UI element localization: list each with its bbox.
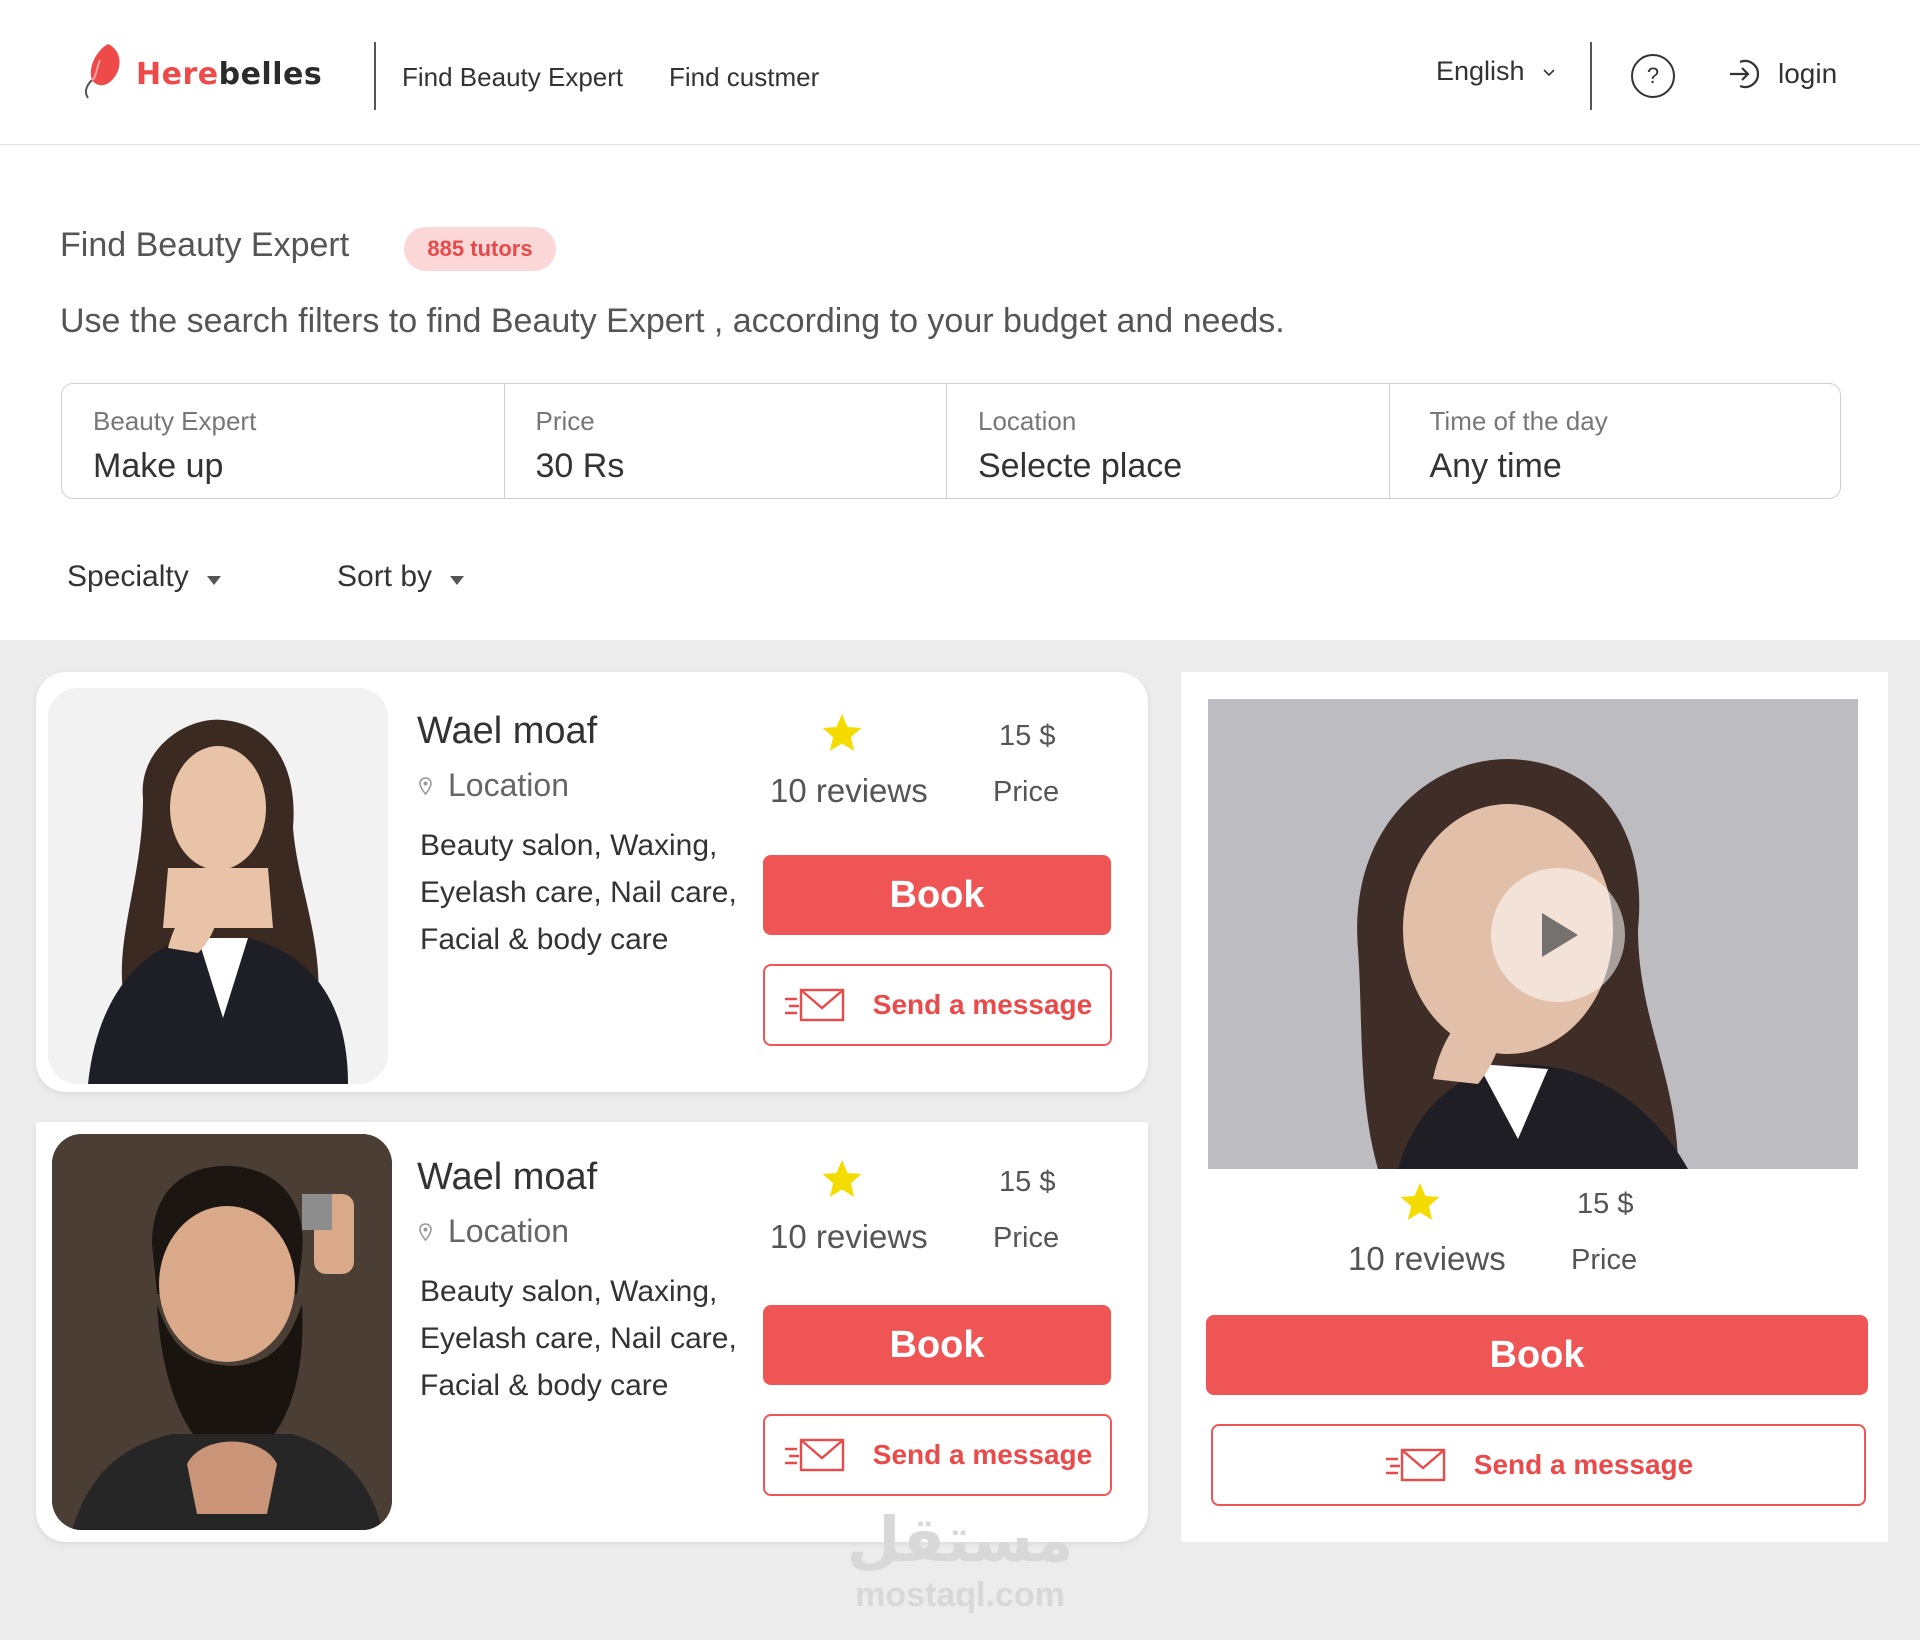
expert-location: Location: [419, 1213, 569, 1250]
bearded-man-portrait-image: [52, 1134, 392, 1530]
watermark-latin: mostaql.com: [855, 1576, 1065, 1614]
woman-portrait-image: [48, 688, 388, 1084]
filter-label: Beauty Expert: [93, 406, 257, 436]
envelope-icon: [1385, 1448, 1445, 1482]
specialty-label: Specialty: [67, 560, 189, 593]
play-icon: [1542, 913, 1578, 957]
reviews-count[interactable]: 10 reviews: [1348, 1240, 1506, 1278]
search-filters-bar: Beauty Expert Make up Price 30 Rs Locati…: [61, 383, 1841, 499]
expert-specialties: Beauty salon, Waxing, Eyelash care, Nail…: [420, 829, 737, 956]
filter-time-of-day[interactable]: Time of the day Any time: [1390, 384, 1841, 498]
watermark-arabic: مستقل: [846, 1503, 1074, 1576]
location-pin-icon: [419, 1222, 432, 1241]
star-icon: [1400, 1183, 1440, 1220]
brand-part-1: Here: [136, 56, 219, 92]
filter-value: Make up: [93, 447, 224, 485]
filter-label: Time of the day: [1429, 406, 1608, 436]
question-icon: ?: [1646, 63, 1660, 88]
location-label: Location: [448, 767, 569, 803]
play-button[interactable]: [1491, 868, 1625, 1002]
expert-name[interactable]: Wael moaf: [417, 710, 597, 753]
top-header: Herebelles Find Beauty Expert Find custm…: [0, 0, 1920, 145]
envelope-icon: [784, 1438, 844, 1472]
filter-label: Price: [535, 406, 595, 436]
send-message-button[interactable]: Send a message: [763, 964, 1112, 1046]
brand-logo[interactable]: Herebelles: [78, 40, 322, 100]
filter-value: Any time: [1429, 447, 1562, 485]
login-button[interactable]: login: [1726, 56, 1837, 92]
page-title: Find Beauty Expert: [60, 226, 350, 264]
send-message-label: Send a message: [1473, 1449, 1694, 1480]
price-label: Price: [993, 776, 1060, 808]
price-value: 15 $: [999, 720, 1056, 752]
login-label: login: [1778, 58, 1838, 89]
caret-down-icon: [450, 575, 465, 585]
help-button[interactable]: ?: [1631, 54, 1675, 98]
expert-photo: [48, 688, 388, 1084]
send-message-label: Send a message: [872, 989, 1093, 1020]
send-message-label: Send a message: [872, 1439, 1093, 1470]
header-divider: [374, 42, 376, 110]
star-icon: [822, 714, 862, 751]
filter-price[interactable]: Price 30 Rs: [505, 384, 947, 498]
location-pin-icon: [419, 776, 432, 795]
star-icon: [822, 1160, 862, 1197]
location-label: Location: [448, 1213, 569, 1249]
watermark: مستقل mostaql.com: [840, 1505, 1080, 1615]
brand-part-2: belles: [218, 56, 323, 92]
featured-expert-card: 10 reviews 15 $ Price Book Send a messag…: [1181, 672, 1888, 1542]
filter-value: Selecte place: [978, 447, 1183, 485]
expert-name[interactable]: Wael moaf: [417, 1156, 597, 1199]
send-message-button[interactable]: Send a message: [1211, 1424, 1866, 1506]
reviews-count[interactable]: 10 reviews: [770, 772, 928, 810]
chevron-down-icon: [1542, 68, 1555, 76]
send-message-button[interactable]: Send a message: [763, 1414, 1112, 1496]
envelope-icon: [784, 988, 844, 1022]
page-subtitle: Use the search filters to find Beauty Ex…: [60, 302, 1285, 340]
expert-location: Location: [419, 767, 569, 804]
book-button[interactable]: Book: [1206, 1315, 1868, 1395]
book-button[interactable]: Book: [763, 855, 1111, 935]
login-icon: [1730, 59, 1760, 89]
brand-wordmark: Herebelles: [136, 57, 322, 92]
expert-specialties: Beauty salon, Waxing, Eyelash care, Nail…: [420, 1275, 737, 1402]
filter-beauty-expert[interactable]: Beauty Expert Make up: [62, 384, 505, 498]
petal-logo-icon: [84, 44, 120, 99]
nav-find-customer[interactable]: Find custmer: [669, 62, 819, 93]
header-divider-right: [1590, 42, 1592, 110]
language-label: English: [1436, 56, 1525, 86]
tutors-count-badge: 885 tutors: [404, 227, 556, 271]
intro-video-player[interactable]: [1208, 699, 1858, 1169]
expert-photo: [52, 1134, 392, 1530]
reviews-count[interactable]: 10 reviews: [770, 1218, 928, 1256]
filter-label: Location: [978, 406, 1077, 436]
price-label: Price: [993, 1222, 1060, 1254]
sort-by-dropdown[interactable]: Sort by: [337, 560, 465, 594]
expert-card: Wael moaf Location Beauty salon, Waxing,…: [36, 672, 1148, 1092]
nav-find-beauty-expert[interactable]: Find Beauty Expert: [402, 62, 623, 93]
language-selector[interactable]: English: [1436, 56, 1555, 87]
caret-down-icon: [206, 575, 221, 585]
price-value: 15 $: [1577, 1188, 1634, 1220]
price-value: 15 $: [999, 1166, 1056, 1198]
book-button[interactable]: Book: [763, 1305, 1111, 1385]
filter-value: 30 Rs: [535, 447, 625, 485]
filter-location[interactable]: Location Selecte place: [947, 384, 1390, 498]
price-label: Price: [1571, 1244, 1638, 1276]
sort-by-label: Sort by: [337, 560, 433, 593]
expert-card: Wael moaf Location Beauty salon, Waxing,…: [36, 1122, 1148, 1542]
specialty-dropdown[interactable]: Specialty: [67, 560, 221, 594]
